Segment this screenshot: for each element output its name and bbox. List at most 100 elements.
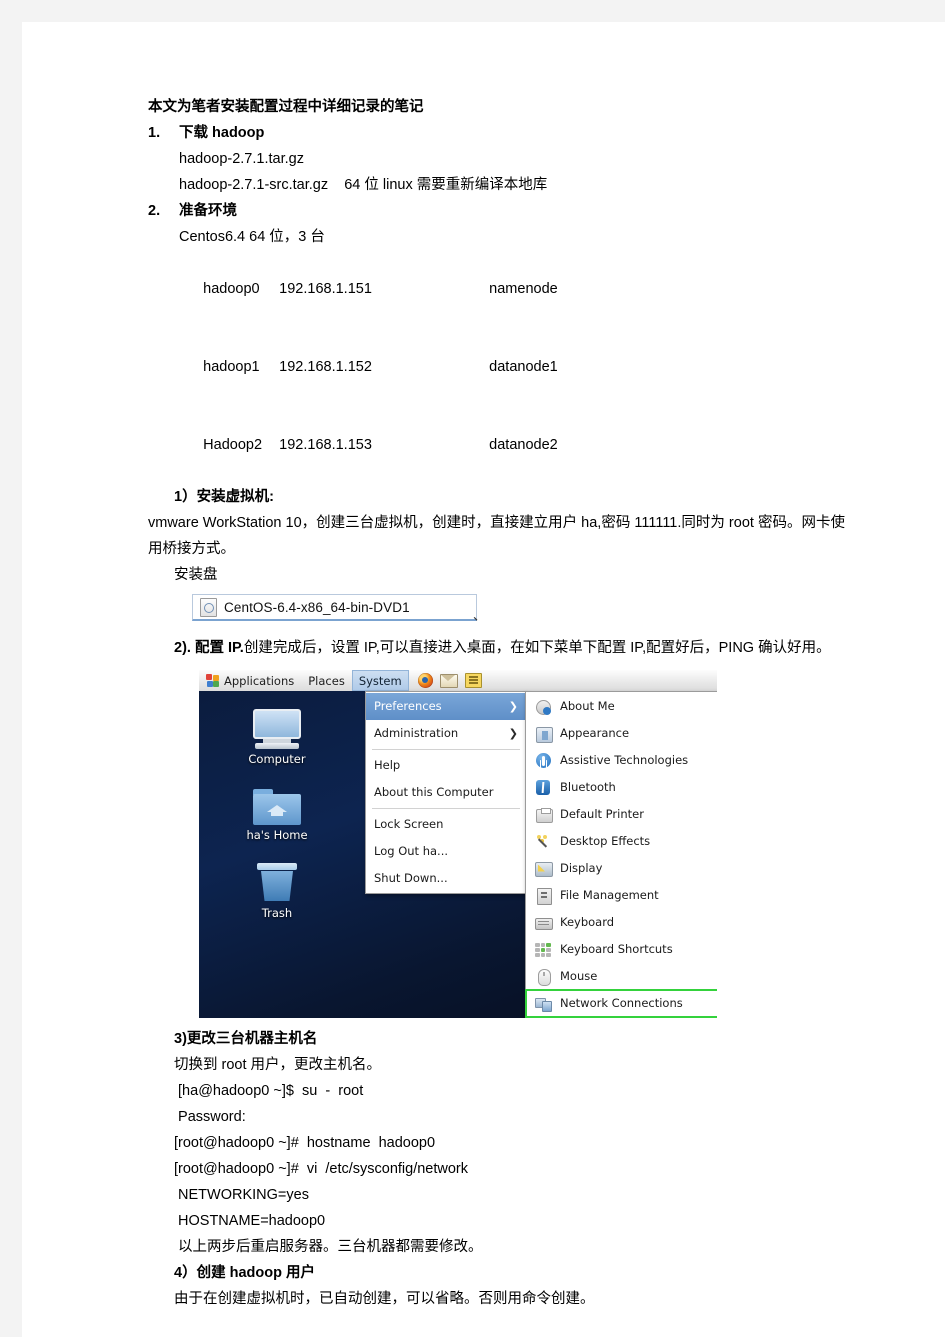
menu-applications[interactable]: Applications xyxy=(199,671,301,691)
preferences-item-assistive-technologies[interactable]: Assistive Technologies xyxy=(526,747,717,774)
display-icon xyxy=(534,860,553,878)
gnome-top-panel: Applications Places System xyxy=(199,670,717,692)
desktop-effects-icon xyxy=(534,833,552,851)
step-3-line: HOSTNAME=hadoop0 xyxy=(174,1213,326,1229)
keyboard-shortcuts-icon xyxy=(534,941,552,959)
intro-line: 本文为笔者安装配置过程中详细记录的笔记 xyxy=(148,99,424,115)
preferences-item-keyboard-shortcuts[interactable]: Keyboard Shortcuts xyxy=(526,936,717,963)
step-3-line: [ha@hadoop0 ~]$ su - root xyxy=(174,1083,364,1099)
step-3-line: NETWORKING=yes xyxy=(174,1187,309,1203)
preferences-item-appearance[interactable]: Appearance xyxy=(526,720,717,747)
desktop-icon-computer[interactable]: Computer xyxy=(217,709,337,766)
menu-item-label: File Management xyxy=(560,887,659,902)
menu-item-label: Shut Down... xyxy=(374,870,448,885)
system-menu-item-shut-down[interactable]: Shut Down... xyxy=(366,865,526,892)
host-ip: 192.168.1.151 xyxy=(279,281,372,297)
menu-item-label: Desktop Effects xyxy=(560,833,651,848)
preferences-item-about-me[interactable]: About Me xyxy=(526,693,717,720)
preferences-item-file-management[interactable]: File Management xyxy=(526,882,717,909)
menu-item-label: Log Out ha... xyxy=(374,843,449,858)
desktop-icon-home[interactable]: ha's Home xyxy=(217,787,337,842)
chevron-right-icon: ❯ xyxy=(508,727,518,740)
document-body: 本文为笔者安装配置过程中详细记录的笔记 1. 下载 hadoop hadoop-… xyxy=(148,94,848,1312)
preferences-item-mouse[interactable]: Mouse xyxy=(526,963,717,990)
menu-item-label: Administration xyxy=(374,725,459,740)
preferences-item-default-printer[interactable]: Default Printer xyxy=(526,801,717,828)
host-role: namenode xyxy=(489,281,558,297)
menu-item-label: Lock Screen xyxy=(374,816,444,831)
applications-icon xyxy=(206,674,219,687)
printer-icon xyxy=(534,806,553,824)
host-name: hadoop0 xyxy=(203,281,260,297)
system-menu-item-about-this-computer[interactable]: About this Computer xyxy=(366,779,526,806)
panel-launchers xyxy=(417,673,482,688)
section-1-heading: 1. 下载 hadoop xyxy=(148,120,848,146)
menu-item-label: Bluetooth xyxy=(560,779,616,794)
places-label: Places xyxy=(308,673,345,688)
trash-icon xyxy=(257,863,297,903)
system-menu-item-lock-screen[interactable]: Lock Screen xyxy=(366,811,526,838)
trailing-mark: 、 xyxy=(472,608,486,623)
preferences-submenu: About Me Appearance Assistive Technologi… xyxy=(525,691,717,1018)
preferences-item-keyboard[interactable]: Keyboard xyxy=(526,909,717,936)
embedded-desktop-screenshot: Applications Places System Computer ha's… xyxy=(199,670,717,1018)
mail-icon[interactable] xyxy=(439,673,458,688)
disc-image-icon xyxy=(200,597,217,617)
desktop-icon-trash[interactable]: Trash xyxy=(217,863,337,920)
system-label: System xyxy=(358,673,402,688)
section-2-title: 准备环境 xyxy=(179,203,237,219)
system-menu-item-log-out[interactable]: Log Out ha... xyxy=(366,838,526,865)
menu-item-label: Keyboard xyxy=(560,914,615,929)
menu-item-label: Keyboard Shortcuts xyxy=(560,941,673,956)
host-row: hadoop0 192.168.1.151 namenode xyxy=(179,250,848,328)
step-2-heading: 2). 配置 IP. xyxy=(174,640,244,656)
menu-item-label: Help xyxy=(374,757,401,772)
menu-item-label: Preferences xyxy=(374,698,442,713)
step-2-paragraph: 创建完成后，设置 IP,可以直接进入桌面，在如下菜单下配置 IP,配置好后，PI… xyxy=(243,640,831,656)
bluetooth-icon xyxy=(534,779,552,797)
desktop-icon-label: Trash xyxy=(261,906,293,920)
step-3-line: 以上两步后重启服务器。三台机器都需要修改。 xyxy=(174,1239,483,1255)
section-1-line-1: hadoop-2.7.1.tar.gz xyxy=(179,151,304,167)
preferences-item-network-connections[interactable]: Network Connections xyxy=(525,989,717,1018)
applications-label: Applications xyxy=(224,673,295,688)
section-2-heading: 2. 准备环境 xyxy=(148,198,848,224)
section-1-title: 下载 hadoop xyxy=(179,125,265,141)
system-menu: Preferences ❯ Administration ❯ Help Abou… xyxy=(365,691,527,894)
step-4-heading: 4）创建 hadoop 用户 xyxy=(174,1265,315,1281)
system-menu-item-preferences[interactable]: Preferences ❯ xyxy=(366,693,526,720)
section-1-number: 1. xyxy=(148,125,161,141)
step-3-line: [root@hadoop0 ~]# hostname hadoop0 xyxy=(174,1135,436,1151)
desktop-icon-label: Computer xyxy=(248,752,306,766)
iso-file-chip[interactable]: CentOS-6.4-x86_64-bin-DVD1 、 xyxy=(192,594,486,623)
preferences-item-display[interactable]: Display xyxy=(526,855,717,882)
menu-separator xyxy=(372,749,520,750)
preferences-item-bluetooth[interactable]: Bluetooth xyxy=(526,774,717,801)
menu-item-label: Mouse xyxy=(560,968,598,983)
home-folder-icon xyxy=(253,787,301,825)
mouse-icon xyxy=(534,968,552,986)
host-ip: 192.168.1.153 xyxy=(279,437,372,453)
assistive-technologies-icon xyxy=(534,752,552,770)
appearance-icon xyxy=(534,725,553,743)
host-role: datanode2 xyxy=(489,437,558,453)
install-disc-label: 安装盘 xyxy=(174,567,218,583)
document-page: 本文为笔者安装配置过程中详细记录的笔记 1. 下载 hadoop hadoop-… xyxy=(22,22,945,1337)
host-row: Hadoop2 192.168.1.153 datanode2 xyxy=(179,406,848,484)
text-editor-icon[interactable] xyxy=(464,673,482,688)
firefox-icon[interactable] xyxy=(417,673,433,688)
menu-item-label: About this Computer xyxy=(374,784,494,799)
host-name: hadoop1 xyxy=(203,359,260,375)
desktop-icon-label: ha's Home xyxy=(246,828,308,842)
host-ip: 192.168.1.152 xyxy=(279,359,372,375)
preferences-item-desktop-effects[interactable]: Desktop Effects xyxy=(526,828,717,855)
menu-places[interactable]: Places xyxy=(301,671,352,691)
file-management-icon xyxy=(534,887,552,905)
system-menu-item-help[interactable]: Help xyxy=(366,752,526,779)
computer-icon xyxy=(251,709,303,749)
system-menu-item-administration[interactable]: Administration ❯ xyxy=(366,720,526,747)
section-2-line-1: Centos6.4 64 位，3 台 xyxy=(179,229,325,245)
keyboard-icon xyxy=(534,914,553,932)
menu-item-label: Default Printer xyxy=(560,806,644,821)
menu-system[interactable]: System xyxy=(351,670,409,691)
